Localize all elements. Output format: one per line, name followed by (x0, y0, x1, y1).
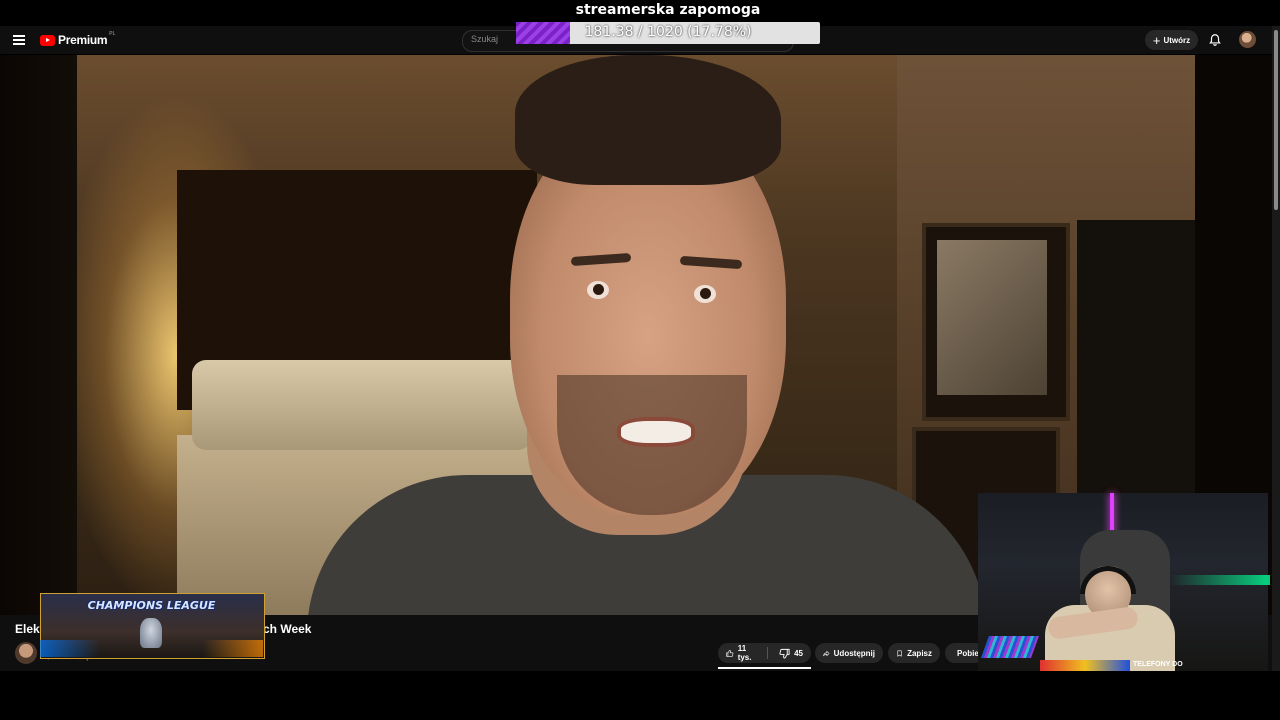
logo-region: PL (109, 31, 116, 37)
video-person-hair (515, 55, 781, 185)
share-button[interactable]: Udostępnij (815, 643, 883, 663)
logo-text: Premium (58, 33, 108, 47)
webcam-green-light (1170, 575, 1270, 585)
thumbs-up-icon (726, 649, 734, 657)
save-button[interactable]: Zapisz (888, 643, 940, 663)
video-person-mouth (617, 417, 695, 447)
youtube-play-icon (40, 34, 55, 46)
video-scene-door (1077, 220, 1195, 540)
donation-progress-text: 181.38 / 1020 (17.78%) (584, 24, 752, 40)
donation-goal-title: streamerska zapomoga (575, 2, 761, 18)
thumbs-down-icon (779, 648, 790, 659)
search-placeholder: Szukaj (471, 34, 499, 44)
plus-icon: + (1152, 32, 1161, 48)
avatar[interactable] (1239, 31, 1256, 48)
champions-league-title: CHAMPIONS LEAGUE (87, 599, 216, 612)
video-person-eye (694, 285, 716, 303)
bookmark-icon (897, 650, 902, 657)
like-button[interactable]: 11 tys. (718, 643, 763, 663)
trophy-icon (140, 618, 162, 648)
create-button[interactable]: + Utwórz (1145, 30, 1198, 50)
menu-icon[interactable] (13, 35, 25, 45)
channel-avatar[interactable] (15, 642, 37, 664)
webcam-caption: TELEFONY DO (1133, 661, 1183, 668)
video-scene-picture (937, 240, 1047, 395)
webcam-sticker (1040, 660, 1130, 671)
dislike-button[interactable]: 45 (771, 643, 811, 663)
video-person-eye (587, 281, 609, 299)
save-label: Zapisz (907, 648, 932, 658)
share-label: Udostępnij (833, 648, 875, 658)
like-underline (718, 667, 811, 669)
create-label: Utwórz (1163, 35, 1191, 45)
like-dislike-group: 11 tys. 45 (718, 643, 811, 663)
overlay-glow (203, 640, 263, 657)
webcam-keyboard (980, 636, 1040, 658)
video-title-end: ch Week (263, 622, 312, 636)
like-count: 11 tys. (737, 644, 752, 662)
overlay-glow (40, 640, 100, 657)
bell-icon[interactable] (1208, 33, 1222, 47)
youtube-logo[interactable]: Premium PL (40, 31, 116, 47)
scrollbar-thumb[interactable] (1274, 30, 1278, 210)
dislike-count: 45 (794, 648, 803, 658)
share-icon (823, 650, 830, 656)
video-scene-pillow (192, 360, 532, 450)
